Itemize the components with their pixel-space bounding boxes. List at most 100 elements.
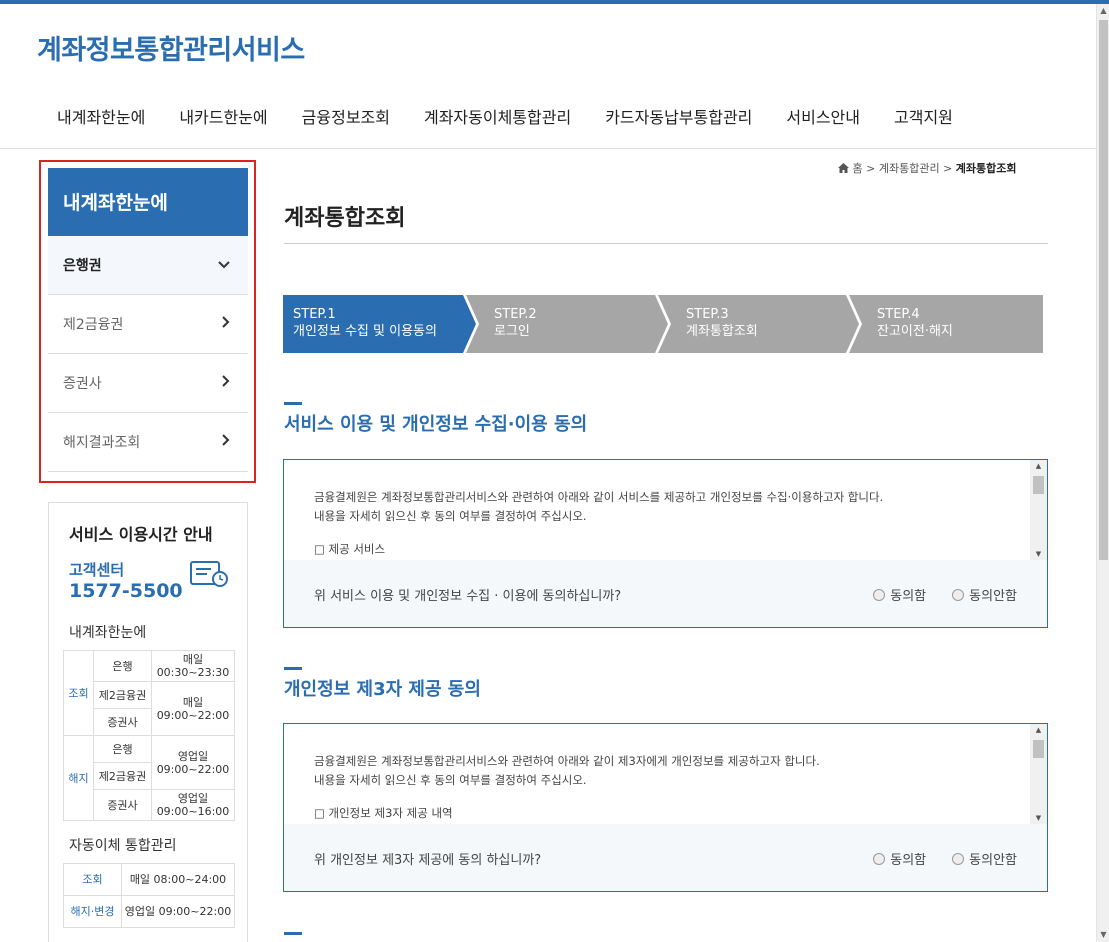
breadcrumb-level1[interactable]: 계좌통합관리	[879, 162, 940, 175]
consent-options: 동의함 동의안함	[873, 849, 1017, 868]
lnb-item-cancel-result[interactable]: 해지결과조회	[48, 413, 248, 472]
scroll-thumb[interactable]	[1033, 476, 1044, 494]
home-icon	[838, 163, 849, 173]
time-cell: 매일 00:30~23:30	[151, 650, 235, 682]
scroll-thumb[interactable]	[1099, 20, 1108, 560]
page-title: 계좌통합조회	[284, 206, 406, 231]
step-number: STEP.1	[293, 307, 336, 322]
step-3: STEP.3 계좌통합조회	[686, 306, 758, 340]
radio-icon[interactable]	[952, 589, 965, 601]
scroll-up-icon[interactable]: ▲	[1030, 462, 1047, 470]
scroll-thumb[interactable]	[1033, 740, 1044, 758]
consent-question-row: 위 서비스 이용 및 개인정보 수집 · 이용에 동의하십니까? 동의함 동의안…	[284, 560, 1047, 627]
global-nav: 내계좌한눈에 내카드한눈에 금융정보조회 계좌자동이체통합관리 카드자동납부통합…	[40, 100, 970, 132]
gnb-item-card-autopay[interactable]: 카드자동납부통합관리	[588, 100, 769, 132]
consent-box-third-party: 금융결제원은 계좌정보통합관리서비스와 관련하여 아래와 같이 제3자에게 개인…	[283, 723, 1048, 892]
time-cell: 매일 09:00~22:00	[151, 681, 235, 736]
consent-question-row: 위 개인정보 제3자 제공에 동의 하십니까? 동의함 동의안함	[284, 824, 1047, 891]
scroll-down-icon[interactable]: ▼	[1030, 814, 1047, 822]
radio-icon[interactable]	[952, 853, 965, 865]
consent-question: 위 서비스 이용 및 개인정보 수집 · 이용에 동의하십니까?	[314, 589, 622, 604]
radio-icon[interactable]	[873, 589, 886, 601]
institution-cell: 은행	[93, 650, 152, 682]
consent-text-area[interactable]: 금융결제원은 계좌정보통합관리서비스와 관련하여 아래와 같이 서비스를 제공하…	[284, 460, 1031, 560]
section-title-service-consent: 서비스 이용 및 개인정보 수집·이용 동의	[284, 414, 588, 435]
section-marker	[284, 932, 302, 935]
gnb-item-account-autopay[interactable]: 계좌자동이체통합관리	[407, 100, 588, 132]
consent-text-line: □ 개인정보 제3자 제공 내역	[314, 806, 453, 820]
agree-label: 동의함	[890, 589, 927, 604]
institution-cell: 제2금융권	[93, 762, 152, 790]
step-label: 잔고이전·해지	[877, 324, 953, 339]
consent-text-line: 내용을 자세히 읽으신 후 동의 여부를 결정하여 주십시오.	[314, 509, 587, 523]
category-cell: 조회	[63, 863, 122, 896]
site-title[interactable]: 계좌정보통합관리서비스	[37, 28, 305, 67]
scroll-down-icon[interactable]: ▼	[1030, 550, 1047, 558]
radio-icon[interactable]	[873, 853, 886, 865]
chevron-down-icon	[218, 257, 230, 273]
breadcrumb-home[interactable]: 홈	[853, 162, 863, 175]
section-marker	[284, 402, 302, 405]
consent-text-line: 금융결제원은 계좌정보통합관리서비스와 관련하여 아래와 같이 서비스를 제공하…	[314, 490, 884, 504]
agree-label: 동의함	[890, 853, 927, 868]
disagree-radio[interactable]: 동의안함	[952, 585, 1017, 604]
institution-cell: 증권사	[93, 708, 152, 736]
time-cell: 매일 08:00~24:00	[121, 863, 235, 896]
step-2: STEP.2 로그인	[494, 306, 537, 340]
step-4: STEP.4 잔고이전·해지	[877, 306, 953, 340]
gnb-item-finance-info[interactable]: 금융정보조회	[285, 100, 407, 132]
category-cell: 조회	[63, 650, 94, 736]
section-title-third-party-consent: 개인정보 제3자 제공 동의	[284, 679, 481, 700]
institution-cell: 증권사	[93, 789, 152, 821]
consent-text-area[interactable]: 금융결제원은 계좌정보통합관리서비스와 관련하여 아래와 같이 제3자에게 개인…	[284, 724, 1031, 824]
time-cell: 영업일 09:00~22:00	[151, 735, 235, 790]
disagree-label: 동의안함	[969, 853, 1017, 868]
gnb-item-my-accounts[interactable]: 내계좌한눈에	[40, 100, 162, 132]
chevron-right-icon	[222, 316, 230, 332]
agree-radio[interactable]: 동의함	[873, 585, 926, 604]
consent-options: 동의함 동의안함	[873, 585, 1017, 604]
consent-box-service: 금융결제원은 계좌정보통합관리서비스와 관련하여 아래와 같이 서비스를 제공하…	[283, 459, 1048, 628]
step-number: STEP.4	[877, 307, 920, 322]
scroll-down-icon[interactable]: ▼	[1097, 928, 1109, 942]
disagree-radio[interactable]: 동의안함	[952, 849, 1017, 868]
gnb-item-my-cards[interactable]: 내카드한눈에	[162, 100, 284, 132]
agree-radio[interactable]: 동의함	[873, 849, 926, 868]
gnb-item-customer-support[interactable]: 고객지원	[877, 100, 970, 132]
header-divider	[0, 148, 1096, 149]
lnb-item-label: 증권사	[63, 376, 102, 392]
chevron-right-icon	[222, 434, 230, 450]
lnb-header[interactable]: 내계좌한눈에	[48, 168, 248, 236]
category-cell: 해지·변경	[63, 895, 122, 928]
gnb-item-service-guide[interactable]: 서비스안내	[769, 100, 877, 132]
service-time-table-2: 조회 매일 08:00~24:00 해지·변경 영업일 09:00~22:00	[63, 863, 235, 928]
disagree-label: 동의안함	[969, 589, 1017, 604]
service-time-subtitle-2: 자동이체 통합관리	[69, 838, 177, 854]
scroll-up-icon[interactable]: ▲	[1030, 726, 1047, 734]
lnb-item-bank[interactable]: 은행권	[48, 236, 248, 295]
schedule-icon	[190, 561, 228, 587]
step-number: STEP.3	[686, 307, 729, 322]
lnb-item-label: 은행권	[63, 258, 102, 274]
step-label: 개인정보 수집 및 이용동의	[293, 324, 437, 339]
lnb-item-label: 해지결과조회	[63, 435, 141, 451]
consent-scrollbar[interactable]: ▲ ▼	[1030, 460, 1047, 560]
top-accent-bar	[0, 0, 1109, 4]
consent-question: 위 개인정보 제3자 제공에 동의 하십니까?	[314, 853, 542, 868]
title-divider	[284, 243, 1048, 244]
consent-text-line: 내용을 자세히 읽으신 후 동의 여부를 결정하여 주십시오.	[314, 773, 587, 787]
lnb-item-securities[interactable]: 증권사	[48, 354, 248, 413]
consent-scrollbar[interactable]: ▲ ▼	[1030, 724, 1047, 824]
consent-text-line: 금융결제원은 계좌정보통합관리서비스와 관련하여 아래와 같이 제3자에게 개인…	[314, 754, 820, 768]
service-time-subtitle-1: 내계좌한눈에	[69, 625, 147, 641]
lnb-item-second-finance[interactable]: 제2금융권	[48, 295, 248, 354]
institution-cell: 은행	[93, 735, 152, 763]
page-scrollbar[interactable]: ▲ ▼	[1096, 4, 1109, 942]
time-cell: 영업일 09:00~16:00	[151, 789, 235, 821]
step-1: STEP.1 개인정보 수집 및 이용동의	[293, 306, 437, 340]
chevron-right-icon	[222, 375, 230, 391]
breadcrumb-current: 계좌통합조회	[955, 162, 1017, 175]
left-nav: 내계좌한눈에 은행권 제2금융권 증권사 해지결과조회	[48, 168, 248, 472]
scroll-up-icon[interactable]: ▲	[1097, 4, 1109, 18]
consent-text-line: □ 제공 서비스	[314, 542, 386, 556]
